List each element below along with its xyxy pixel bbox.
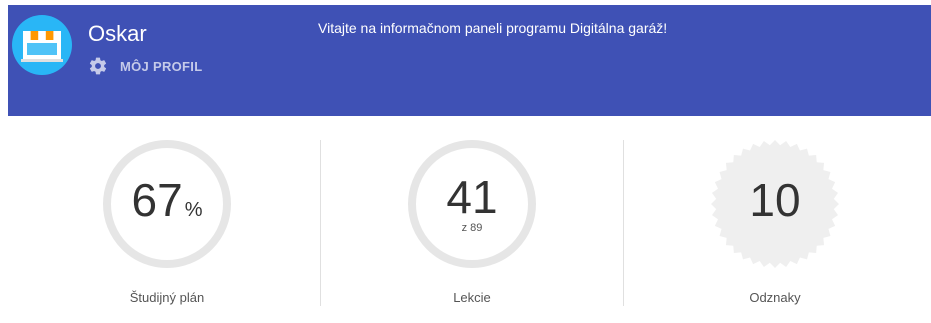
- my-profile-label: MÔJ PROFIL: [120, 58, 203, 74]
- user-name: Oskar: [88, 21, 147, 46]
- stat-lessons[interactable]: 41 z 89 Lekcie: [321, 138, 623, 308]
- storefront-icon: [21, 31, 63, 62]
- lessons-caption: Lekcie: [453, 290, 491, 305]
- stat-badges[interactable]: 10 Odznaky: [624, 138, 926, 308]
- avatar[interactable]: [12, 15, 72, 75]
- welcome-message: Vitajte na informačnom paneli programu D…: [318, 20, 668, 36]
- study-plan-value: 67%: [16, 175, 318, 235]
- study-plan-percent: 67: [131, 174, 183, 226]
- gear-icon: [89, 57, 107, 75]
- lessons-value: 41: [446, 171, 498, 223]
- dashboard-header: Oskar MÔJ PROFIL Vitajte na informačnom …: [8, 5, 931, 116]
- study-plan-unit: %: [184, 199, 203, 221]
- my-profile-link[interactable]: MÔJ PROFIL: [88, 56, 202, 76]
- study-plan-caption: Študijný plán: [129, 290, 205, 305]
- stat-study-plan[interactable]: 67% Študijný plán: [16, 138, 318, 308]
- lessons-total: z 89: [461, 222, 483, 234]
- badges-value: 10: [749, 174, 801, 226]
- badges-caption: Odznaky: [749, 290, 801, 305]
